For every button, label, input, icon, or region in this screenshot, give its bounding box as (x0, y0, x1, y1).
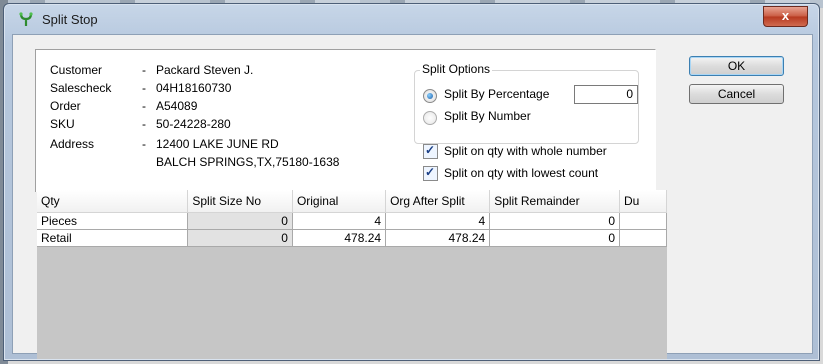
column-header-original[interactable]: Original (292, 190, 387, 213)
split-grid: Qty Split Size No Original Org After Spl… (37, 190, 667, 359)
cell-org-after-split[interactable]: 478.24 (385, 229, 491, 247)
split-by-number-radio[interactable] (423, 111, 437, 125)
column-header-split-remainder[interactable]: Split Remainder (489, 190, 620, 213)
split-stop-dialog: Split Stop x Customer - Packard Steven J… (3, 3, 820, 361)
column-header-org-after-split[interactable]: Org After Split (385, 190, 491, 213)
sku-label: SKU (50, 117, 75, 131)
percentage-input[interactable] (574, 85, 638, 104)
whole-number-label[interactable]: Split on qty with whole number (444, 144, 607, 158)
address-label: Address (50, 137, 95, 151)
cell-split-remainder[interactable]: 0 (489, 229, 620, 247)
split-table: Qty Split Size No Original Org After Spl… (37, 190, 667, 247)
dash: - (142, 117, 146, 131)
customer-label: Customer (50, 63, 103, 77)
split-options-legend: Split Options (420, 62, 493, 76)
column-header-du[interactable]: Du (619, 190, 667, 213)
cell-qty[interactable]: Retail (37, 229, 189, 247)
cell-du[interactable] (619, 212, 667, 230)
cell-original[interactable]: 4 (292, 212, 387, 230)
split-by-percentage-radio[interactable] (423, 89, 437, 103)
split-by-percentage-label[interactable]: Split By Percentage (444, 87, 549, 101)
salescheck-value: 04H18160730 (156, 81, 232, 95)
customer-value: Packard Steven J. (156, 63, 254, 77)
dash: - (142, 137, 146, 151)
split-by-number-label[interactable]: Split By Number (444, 109, 531, 123)
salescheck-label: Salescheck (50, 81, 112, 95)
cell-split-size-no[interactable]: 0 (187, 229, 293, 247)
app-icon (19, 12, 33, 26)
lowest-count-label[interactable]: Split on qty with lowest count (444, 166, 598, 180)
title-bar: Split Stop x (4, 4, 819, 34)
ok-button[interactable]: OK (689, 56, 784, 76)
sku-value: 50-24228-280 (156, 117, 231, 131)
dash: - (142, 63, 146, 77)
cell-qty[interactable]: Pieces (37, 212, 189, 230)
address-line1: 12400 LAKE JUNE RD (156, 137, 279, 151)
table-row[interactable]: Pieces 0 4 4 0 (37, 212, 667, 230)
window-title: Split Stop (42, 12, 98, 27)
column-header-split-size-no[interactable]: Split Size No (187, 190, 293, 213)
dash: - (142, 81, 146, 95)
whole-number-checkbox[interactable] (423, 143, 438, 159)
cancel-button[interactable]: Cancel (689, 84, 784, 104)
order-value: A54089 (156, 99, 198, 113)
cell-original[interactable]: 478.24 (292, 229, 387, 247)
column-header-qty[interactable]: Qty (37, 190, 189, 213)
cell-split-size-no[interactable]: 0 (187, 212, 293, 230)
info-panel: Customer - Packard Steven J. Salescheck … (35, 49, 656, 192)
grid-header-row: Qty Split Size No Original Org After Spl… (37, 190, 667, 213)
dash: - (142, 99, 146, 113)
split-options-group (414, 70, 639, 144)
close-button[interactable]: x (763, 6, 808, 27)
lowest-count-checkbox[interactable] (423, 165, 438, 181)
address-line2: BALCH SPRINGS,TX,75180-1638 (156, 155, 340, 169)
cell-org-after-split[interactable]: 4 (385, 212, 491, 230)
table-row[interactable]: Retail 0 478.24 478.24 0 (37, 229, 667, 247)
order-label: Order (50, 99, 81, 113)
close-icon: x (781, 8, 790, 23)
cell-split-remainder[interactable]: 0 (489, 212, 620, 230)
cell-du[interactable] (619, 229, 667, 247)
